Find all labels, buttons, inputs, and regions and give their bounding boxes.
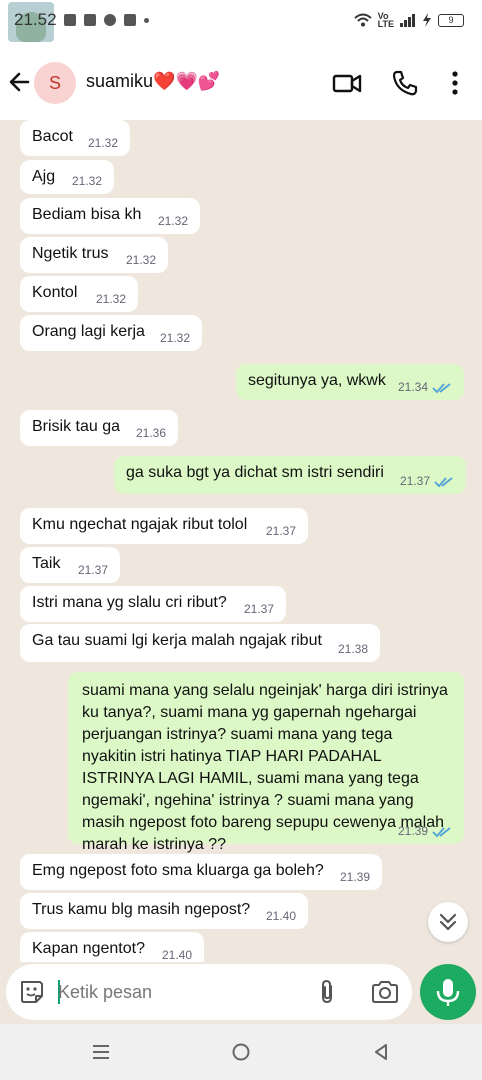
video-call-icon[interactable]	[332, 68, 362, 98]
message-bubble[interactable]: Bacot 21.32	[20, 120, 130, 156]
contact-avatar[interactable]: S	[34, 62, 76, 104]
facebook-icon	[64, 14, 76, 26]
message-text: Kontol	[32, 284, 78, 301]
message-time: 21.37	[399, 474, 430, 488]
system-navigation-bar	[0, 1024, 482, 1080]
message-text: suami mana yang selalu ngeinjak' harga d…	[82, 682, 448, 853]
message-text: segitunya ya, wkwk	[248, 372, 386, 389]
contact-name[interactable]: suamiku❤️💗💕	[86, 71, 220, 92]
status-time: 21.52	[14, 10, 57, 29]
volte-label: Vo LTE	[377, 11, 394, 29]
camera-icon[interactable]	[370, 978, 400, 1006]
message-bubble[interactable]: segitunya ya, wkwk 21.34	[236, 364, 464, 400]
message-bubble[interactable]: Kmu ngechat ngajak ribut tolol 21.37	[20, 508, 308, 544]
message-time: 21.32	[71, 174, 102, 188]
message-bubble[interactable]: Emg ngepost foto sma kluarga ga boleh? 2…	[20, 854, 382, 890]
message-bubble[interactable]: Taik 21.37	[20, 547, 120, 583]
message-text: Trus kamu blg masih ngepost?	[32, 901, 251, 918]
message-time: 21.39	[397, 824, 428, 838]
message-input[interactable]	[58, 976, 308, 1008]
attach-icon[interactable]	[314, 978, 342, 1006]
message-bubble[interactable]: Ga tau suami lgi kerja malah ngajak ribu…	[20, 624, 380, 662]
voice-message-button[interactable]	[420, 964, 476, 1020]
sticker-icon[interactable]	[18, 978, 46, 1006]
message-bubble[interactable]: Orang lagi kerja 21.32	[20, 315, 202, 351]
back-arrow-icon[interactable]	[6, 68, 34, 96]
message-bubble[interactable]: Istri mana yg slalu cri ribut? 21.37	[20, 586, 286, 622]
message-time: 21.36	[135, 426, 166, 440]
message-time: 21.32	[157, 214, 188, 228]
more-options-icon[interactable]	[440, 68, 470, 98]
notification-icons	[64, 14, 149, 26]
message-time: 21.32	[125, 253, 156, 267]
message-text: Kmu ngechat ngajak ribut tolol	[32, 516, 248, 533]
message-text: Istri mana yg slalu cri ribut?	[32, 594, 227, 611]
message-text: Brisik tau ga	[32, 418, 121, 435]
message-time: 21.40	[161, 948, 192, 962]
read-receipt-icon	[432, 827, 451, 838]
message-text: Bediam bisa kh	[32, 206, 142, 223]
message-bubble[interactable]: Bediam bisa kh 21.32	[20, 198, 200, 234]
message-bubble[interactable]: suami mana yang selalu ngeinjak' harga d…	[68, 672, 464, 853]
double-chevron-down-icon	[439, 913, 457, 931]
messenger-icon	[104, 14, 116, 26]
message-text: ga suka bgt ya dichat sm istri sendiri	[126, 464, 384, 481]
message-bubble[interactable]: Kapan ngentot? 21.40	[20, 932, 204, 962]
read-receipt-icon	[434, 477, 453, 488]
charging-icon	[423, 13, 431, 27]
status-bar: 21.52 Vo LTE 9	[0, 0, 482, 42]
message-list[interactable]: Bacot 21.32 Ajg 21.32 Bediam bisa kh 21.…	[0, 120, 482, 962]
message-text: Taik	[32, 555, 61, 572]
message-text: Ajg	[32, 168, 56, 185]
more-notifications-dot	[144, 17, 149, 23]
scroll-to-bottom-button[interactable]	[428, 902, 468, 942]
message-time: 21.37	[265, 524, 296, 538]
message-text: Orang lagi kerja	[32, 323, 145, 340]
message-time: 21.37	[243, 602, 274, 616]
message-time: 21.32	[95, 292, 126, 306]
voice-call-icon[interactable]	[390, 68, 420, 98]
home-icon[interactable]	[230, 1042, 252, 1062]
recent-apps-icon[interactable]	[90, 1042, 112, 1062]
message-time: 21.39	[339, 870, 370, 884]
message-text: Emg ngepost foto sma kluarga ga boleh?	[32, 862, 324, 879]
message-time: 21.40	[265, 909, 296, 923]
message-bubble[interactable]: Kontol 21.32	[20, 276, 138, 312]
message-time: 21.37	[77, 563, 108, 577]
chat-header: S suamiku❤️💗💕	[0, 42, 482, 120]
message-text: Ngetik trus	[32, 245, 109, 262]
message-bubble[interactable]: Ajg 21.32	[20, 160, 114, 194]
message-time: 21.32	[87, 136, 118, 150]
signal-icon	[400, 14, 415, 27]
app-notification-icon	[124, 14, 136, 26]
message-time: 21.38	[337, 642, 368, 656]
battery-icon: 9	[438, 13, 464, 27]
app-notification-icon	[84, 14, 96, 26]
back-icon[interactable]	[370, 1042, 392, 1062]
read-receipt-icon	[432, 383, 451, 394]
message-text: Bacot	[32, 128, 73, 145]
microphone-icon	[436, 979, 460, 1006]
message-text: Kapan ngentot?	[32, 940, 145, 957]
message-bubble[interactable]: Ngetik trus 21.32	[20, 237, 168, 273]
message-bubble[interactable]: ga suka bgt ya dichat sm istri sendiri 2…	[114, 456, 466, 494]
system-icons: Vo LTE 9	[353, 11, 464, 29]
message-text: Ga tau suami lgi kerja malah ngajak ribu…	[32, 632, 322, 649]
message-bubble[interactable]: Brisik tau ga 21.36	[20, 410, 178, 446]
message-composer	[6, 964, 412, 1020]
message-time: 21.32	[159, 331, 190, 345]
message-time: 21.34	[397, 380, 428, 394]
message-bubble[interactable]: Trus kamu blg masih ngepost? 21.40	[20, 893, 308, 929]
wifi-icon	[353, 13, 372, 27]
